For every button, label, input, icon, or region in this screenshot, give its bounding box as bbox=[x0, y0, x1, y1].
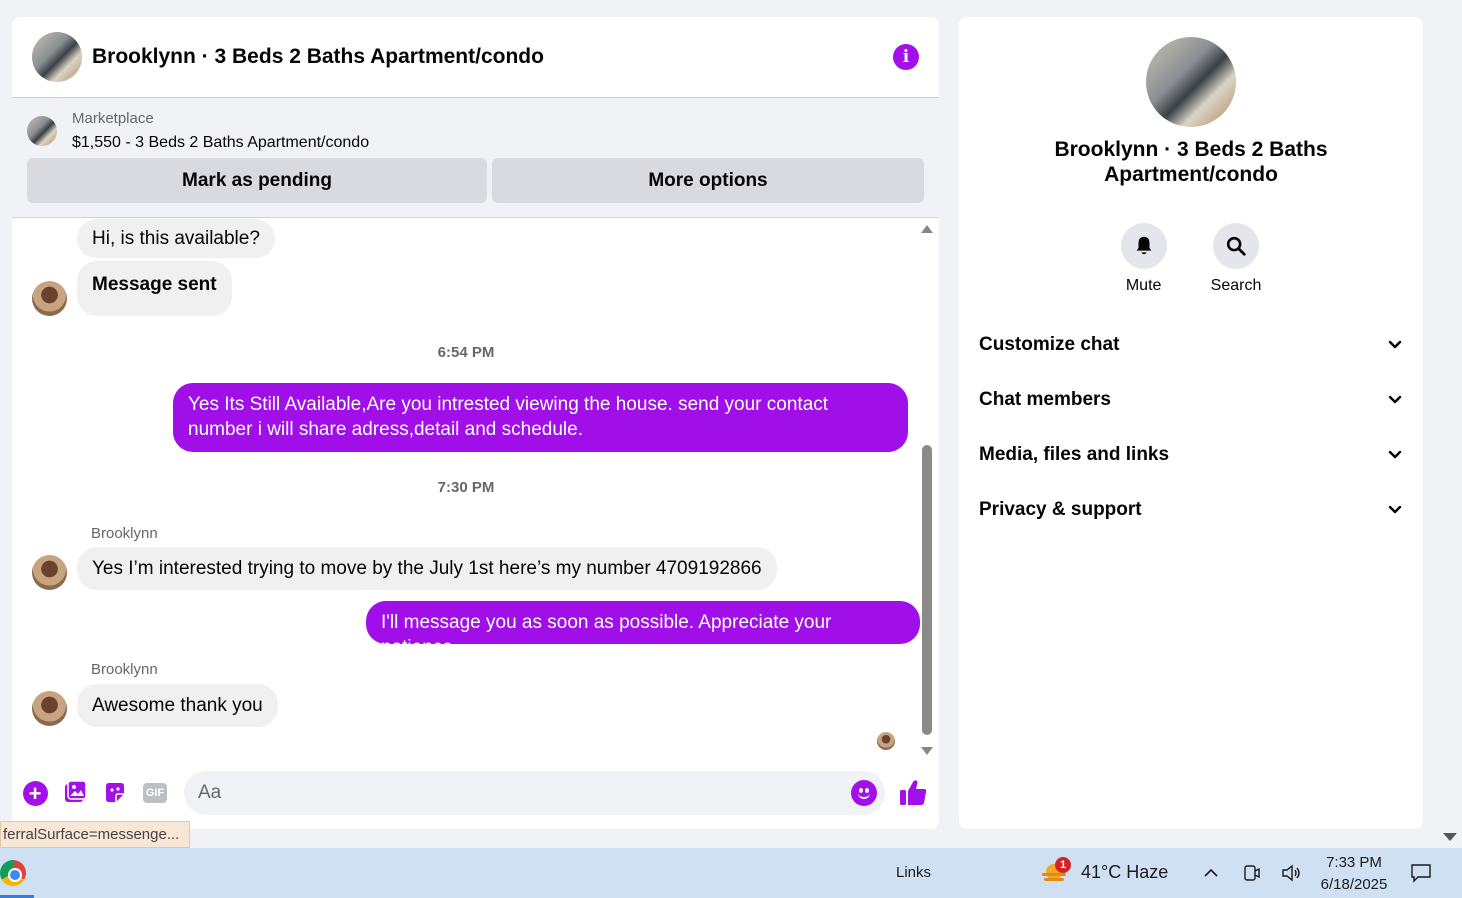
search-label: Search bbox=[1210, 277, 1262, 294]
seen-receipt-avatar bbox=[877, 732, 895, 750]
chat-title[interactable]: Brooklynn · 3 Beds 2 Baths Apartment/con… bbox=[92, 45, 893, 69]
message-bubble-incoming[interactable]: Yes I’m interested trying to move by the… bbox=[77, 547, 777, 590]
emoji-icon[interactable] bbox=[851, 780, 877, 806]
scroll-down-arrow[interactable] bbox=[921, 747, 933, 755]
attach-photo-button[interactable] bbox=[62, 780, 88, 806]
composer: + GIF bbox=[12, 757, 939, 829]
page-scroll-down-arrow[interactable] bbox=[1443, 833, 1457, 841]
section-label: Privacy & support bbox=[979, 498, 1142, 520]
sender-name: Brooklynn bbox=[91, 661, 158, 678]
chevron-down-icon bbox=[1388, 395, 1402, 403]
sender-avatar[interactable] bbox=[32, 691, 67, 726]
mute-label: Mute bbox=[1125, 277, 1162, 294]
chevron-up-icon bbox=[1204, 868, 1218, 877]
listing-avatar[interactable] bbox=[32, 32, 82, 82]
chevron-down-icon bbox=[1388, 450, 1402, 458]
message-input-wrapper bbox=[184, 771, 885, 815]
mute-button[interactable]: Mute bbox=[1120, 223, 1167, 295]
thumbs-up-icon[interactable] bbox=[897, 777, 929, 809]
weather-notification-badge: 1 bbox=[1055, 857, 1071, 873]
message-bubble-outgoing[interactable]: Yes Its Still Available,Are you intreste… bbox=[173, 383, 908, 452]
clock-time: 7:33 PM bbox=[1326, 854, 1382, 871]
chat-header: Brooklynn · 3 Beds 2 Baths Apartment/con… bbox=[12, 17, 939, 98]
search-button[interactable]: Search bbox=[1210, 223, 1262, 295]
section-customize-chat[interactable]: Customize chat bbox=[959, 317, 1423, 372]
status-url-tooltip: ferralSurface=messenge... bbox=[0, 821, 191, 848]
marketplace-label: Marketplace bbox=[72, 110, 154, 127]
notifications-button[interactable] bbox=[1410, 862, 1432, 884]
timestamp: 6:54 PM bbox=[437, 344, 495, 361]
marketplace-bar: Marketplace $1,550 - 3 Beds 2 Baths Apar… bbox=[12, 98, 939, 218]
scroll-up-arrow[interactable] bbox=[921, 225, 933, 233]
weather-text[interactable]: 41°C Haze bbox=[1081, 862, 1168, 883]
message-bubble-incoming[interactable]: Hi, is this available? bbox=[77, 219, 275, 258]
more-options-button[interactable]: More options bbox=[492, 158, 924, 203]
camera-icon bbox=[1244, 865, 1260, 881]
chrome-icon[interactable] bbox=[0, 860, 26, 886]
scroll-thumb[interactable] bbox=[922, 445, 932, 735]
volume-button[interactable] bbox=[1280, 862, 1302, 884]
info-title: Brooklynn · 3 Beds 2 Baths Apartment/con… bbox=[1054, 138, 1328, 186]
links-toolbar[interactable]: Links bbox=[896, 864, 931, 881]
clock-date: 6/18/2025 bbox=[1320, 876, 1388, 893]
message-bubble-incoming[interactable]: Awesome thank you bbox=[77, 684, 278, 727]
sender-avatar[interactable] bbox=[32, 555, 67, 590]
timestamp: 7:30 PM bbox=[437, 479, 495, 496]
info-actions: Mute Search bbox=[959, 223, 1423, 295]
gif-icon: GIF bbox=[143, 783, 167, 803]
chat-panel: Brooklynn · 3 Beds 2 Baths Apartment/con… bbox=[12, 17, 939, 829]
message-bubble-outgoing[interactable]: I'll message you as soon as possible. Ap… bbox=[366, 601, 920, 658]
listing-avatar-large[interactable] bbox=[1146, 37, 1236, 127]
section-privacy-support[interactable]: Privacy & support bbox=[959, 482, 1423, 537]
system-clock[interactable]: 7:33 PM 6/18/2025 bbox=[1314, 852, 1394, 896]
search-icon bbox=[1226, 236, 1246, 256]
chevron-down-icon bbox=[1388, 505, 1402, 513]
speaker-icon bbox=[1282, 864, 1300, 882]
meet-now-button[interactable] bbox=[1241, 862, 1263, 884]
listing-price-title: $1,550 - 3 Beds 2 Baths Apartment/condo bbox=[72, 134, 370, 151]
sticker-icon bbox=[106, 783, 124, 802]
section-label: Media, files and links bbox=[979, 443, 1170, 465]
sticker-button[interactable] bbox=[102, 780, 128, 806]
marketplace-listing[interactable]: Marketplace $1,550 - 3 Beds 2 Baths Apar… bbox=[27, 110, 924, 152]
conversation-info-panel: Brooklynn · 3 Beds 2 Baths Apartment/con… bbox=[959, 17, 1423, 829]
info-sections: Customize chat Chat members Media, files… bbox=[959, 317, 1423, 537]
plus-icon: + bbox=[22, 780, 48, 806]
photo-icon bbox=[65, 781, 87, 802]
gif-button[interactable]: GIF bbox=[142, 780, 168, 806]
taskbar: Links 1 41°C Haze 7:33 PM 6/18/2025 bbox=[0, 848, 1462, 898]
notification-icon bbox=[1411, 864, 1431, 883]
message-list: Hi, is this available? Message sent 6:54… bbox=[12, 219, 920, 759]
section-chat-members[interactable]: Chat members bbox=[959, 372, 1423, 427]
section-label: Chat members bbox=[979, 388, 1111, 410]
message-input[interactable] bbox=[198, 782, 851, 804]
sender-name: Brooklynn bbox=[91, 525, 158, 542]
show-hidden-icons-button[interactable] bbox=[1200, 862, 1222, 884]
more-actions-button[interactable]: + bbox=[22, 780, 48, 806]
listing-thumbnail bbox=[27, 116, 57, 146]
section-media-files-links[interactable]: Media, files and links bbox=[959, 427, 1423, 482]
bell-icon bbox=[1136, 236, 1151, 255]
info-icon[interactable]: i bbox=[893, 44, 919, 70]
section-label: Customize chat bbox=[979, 333, 1120, 355]
sender-avatar[interactable] bbox=[32, 281, 67, 316]
chevron-down-icon bbox=[1388, 340, 1402, 348]
message-scrollbar[interactable] bbox=[921, 225, 933, 755]
message-bubble-incoming[interactable]: Message sent bbox=[77, 261, 232, 316]
mark-as-pending-button[interactable]: Mark as pending bbox=[27, 158, 487, 203]
